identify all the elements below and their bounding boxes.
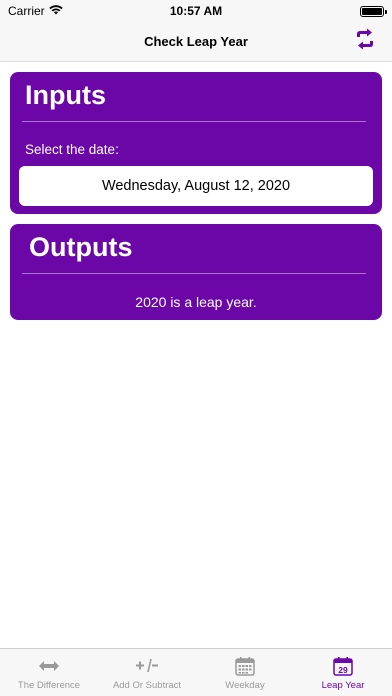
inputs-title: Inputs — [25, 80, 106, 110]
tab-label: Weekday — [225, 680, 265, 691]
tab-weekday[interactable]: Weekday — [196, 649, 294, 696]
tab-the-difference[interactable]: The Difference — [0, 649, 98, 696]
svg-text:29: 29 — [338, 665, 348, 675]
inputs-divider — [22, 121, 366, 122]
plus-minus-icon — [135, 655, 159, 677]
navigation-bar: Check Leap Year — [0, 22, 392, 62]
outputs-card: Outputs 2020 is a leap year. — [10, 224, 382, 320]
calendar-grid-icon — [235, 655, 255, 677]
tab-label: Leap Year — [321, 680, 365, 691]
tab-bar: The Difference Add Or Subtract Weekday 2… — [0, 648, 392, 696]
status-bar: Carrier 10:57 AM — [0, 0, 392, 22]
tab-label: Add Or Subtract — [112, 680, 182, 691]
outputs-title: Outputs — [29, 232, 133, 262]
double-arrow-icon — [38, 655, 60, 677]
select-date-label: Select the date: — [25, 142, 119, 157]
page-title: Check Leap Year — [144, 34, 248, 49]
calendar-29-icon: 29 — [333, 655, 353, 677]
battery-icon — [360, 5, 387, 17]
swap-arrows-button[interactable] — [352, 28, 378, 54]
inputs-card: Inputs Select the date: Wednesday, Augus… — [10, 72, 382, 214]
leap-year-result: 2020 is a leap year. — [135, 294, 257, 310]
tab-add-or-subtract[interactable]: Add Or Subtract — [98, 649, 196, 696]
date-value: Wednesday, August 12, 2020 — [101, 178, 291, 194]
main-content: Inputs Select the date: Wednesday, Augus… — [0, 62, 392, 648]
tab-leap-year[interactable]: 29 Leap Year — [294, 649, 392, 696]
swap-arrows-icon — [354, 28, 376, 55]
status-time: 10:57 AM — [169, 4, 223, 18]
tab-label: The Difference — [17, 680, 81, 691]
date-picker-field[interactable]: Wednesday, August 12, 2020 — [19, 166, 373, 206]
outputs-divider — [22, 273, 366, 274]
